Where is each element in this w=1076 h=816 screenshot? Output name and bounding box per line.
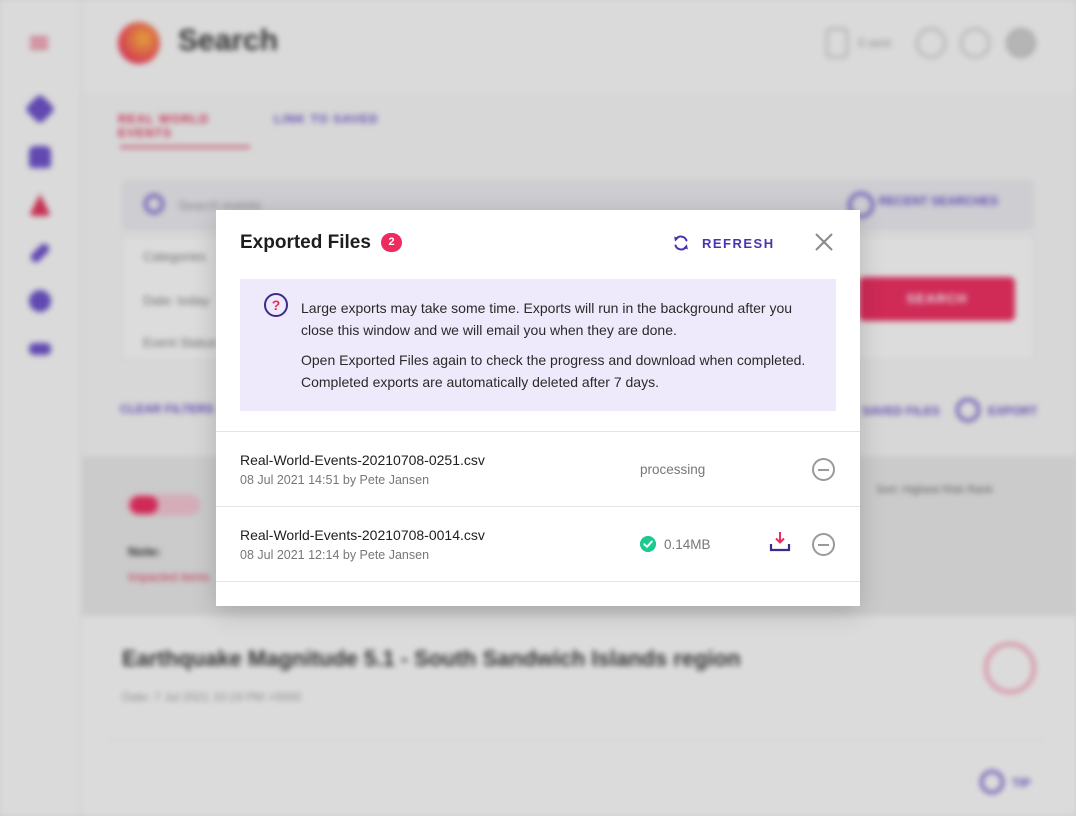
dialog-title: Exported Files [240,232,371,253]
refresh-button[interactable]: REFRESH [672,232,775,254]
file-size: 0.14MB [664,537,711,552]
download-icon[interactable] [769,531,791,553]
refresh-icon [674,235,688,251]
remove-icon[interactable] [812,533,835,556]
info-notice: ? Large exports may take some time. Expo… [240,279,836,411]
file-status: processing [640,462,706,477]
close-icon[interactable] [814,232,834,252]
info-paragraph-2: Open Exported Files again to check the p… [301,352,806,390]
refresh-label: REFRESH [702,235,775,251]
file-meta: 08 Jul 2021 14:51 by Pete Jansen [240,473,430,487]
remove-icon[interactable] [812,458,835,481]
file-row: Real-World-Events-20210708-0251.csv 08 J… [216,431,860,506]
file-count-badge: 2 [381,233,402,252]
info-paragraph-1: Large exports may take some time. Export… [301,300,793,338]
file-row: Real-World-Events-20210708-0014.csv 08 J… [216,506,860,581]
question-icon: ? [264,293,288,317]
list-divider [216,581,860,582]
file-name: Real-World-Events-20210708-0014.csv [240,527,485,543]
check-circle-icon [640,536,656,552]
file-name: Real-World-Events-20210708-0251.csv [240,452,485,468]
exported-files-dialog: Exported Files 2 REFRESH ? Large exports… [216,210,860,606]
file-meta: 08 Jul 2021 12:14 by Pete Jansen [240,548,430,562]
